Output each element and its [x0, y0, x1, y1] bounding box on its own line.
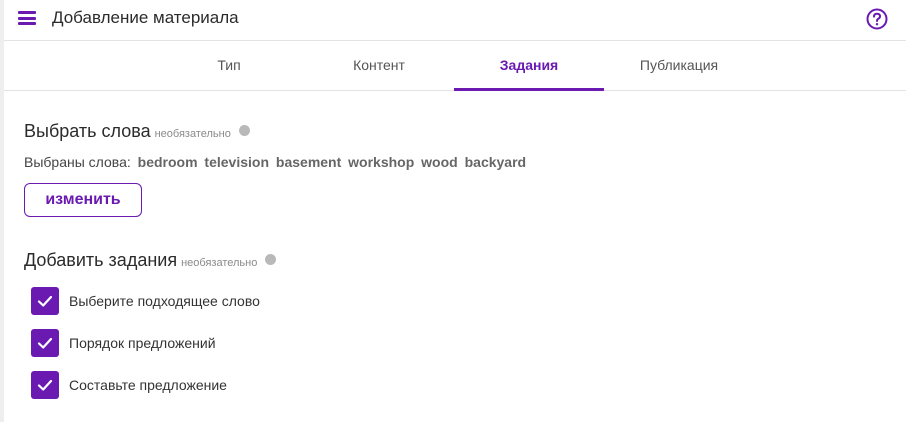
- select-words-heading: Выбрать слова необязательно: [24, 121, 250, 142]
- checkbox-checked[interactable]: [31, 371, 59, 399]
- optional-label: необязательно: [181, 257, 258, 269]
- info-dot-icon[interactable]: [265, 253, 277, 265]
- task-label: Составьте предложение: [69, 377, 227, 393]
- check-icon: [37, 379, 53, 391]
- page-title: Добавление материала: [52, 8, 239, 27]
- selected-words-prefix: Выбраны слова:: [24, 154, 131, 170]
- check-icon: [37, 337, 53, 349]
- tab-bar: Тип Контент Задания Публикация: [4, 41, 906, 91]
- word-chip: bedroom: [137, 154, 198, 170]
- checkbox-checked[interactable]: [31, 287, 59, 315]
- word-chip: wood: [421, 154, 458, 170]
- tab-content[interactable]: Контент: [304, 41, 454, 90]
- check-icon: [37, 295, 53, 307]
- task-label: Выберите подходящее слово: [69, 293, 260, 309]
- tab-type[interactable]: Тип: [154, 41, 304, 90]
- selected-words-line: Выбраны слова: bedroom television baseme…: [24, 154, 526, 170]
- info-dot-icon[interactable]: [238, 124, 250, 136]
- question-circle-icon[interactable]: [866, 8, 888, 30]
- add-tasks-title: Добавить задания: [24, 250, 178, 270]
- word-chip: basement: [275, 154, 342, 170]
- select-words-title: Выбрать слова: [24, 121, 151, 141]
- main-panel: Добавление материала Тип Контент Задания…: [4, 0, 906, 422]
- hamburger-menu-icon[interactable]: [18, 11, 36, 25]
- tab-tasks[interactable]: Задания: [454, 41, 604, 91]
- change-words-button[interactable]: изменить: [24, 183, 142, 217]
- word-chip: workshop: [348, 154, 415, 170]
- task-label: Порядок предложений: [69, 335, 216, 351]
- checkbox-checked[interactable]: [31, 329, 59, 357]
- optional-label: необязательно: [154, 128, 231, 140]
- add-tasks-heading: Добавить задания необязательно: [24, 250, 277, 271]
- word-chip: backyard: [464, 154, 527, 170]
- tab-publication[interactable]: Публикация: [604, 41, 754, 90]
- app-header: Добавление материала: [4, 0, 906, 41]
- word-chip: television: [204, 154, 270, 170]
